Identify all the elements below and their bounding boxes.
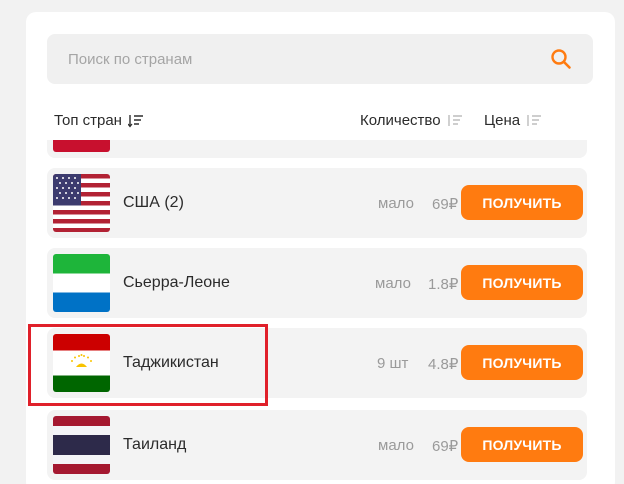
header-top-label: Топ стран [54, 112, 122, 129]
search-placeholder: Поиск по странам [68, 51, 193, 68]
get-button[interactable]: ПОЛУЧИТЬ [461, 427, 583, 462]
sort-icon [527, 114, 542, 126]
sierra-leone-flag-icon [53, 254, 110, 312]
get-button[interactable]: ПОЛУЧИТЬ [461, 265, 583, 300]
thailand-flag-icon [53, 416, 110, 474]
quantity-value: мало [378, 195, 414, 212]
sort-top-countries[interactable]: Топ стран [54, 112, 144, 129]
sort-icon [447, 114, 462, 126]
flag-icon [53, 140, 110, 152]
country-list: США (2) мало 69₽ ПОЛУЧИТЬ Сьерра-Леоне м… [47, 140, 593, 484]
country-name: США (2) [123, 194, 184, 211]
header-price-label: Цена [484, 112, 521, 129]
price-value: 69₽ [432, 438, 459, 455]
list-item[interactable] [47, 140, 587, 158]
price-value: 1.8₽ [428, 276, 459, 293]
price-value: 69₽ [432, 196, 459, 213]
search-icon[interactable] [549, 47, 573, 71]
quantity-value: мало [378, 437, 414, 454]
get-button[interactable]: ПОЛУЧИТЬ [461, 345, 583, 380]
highlight-box [28, 324, 268, 406]
quantity-value: 9 шт [377, 355, 409, 372]
list-item[interactable]: Сьерра-Леоне мало 1.8₽ ПОЛУЧИТЬ [47, 248, 587, 318]
header-quantity-label: Количество [360, 112, 441, 129]
list-item[interactable]: Таиланд мало 69₽ ПОЛУЧИТЬ [47, 410, 587, 480]
get-button[interactable]: ПОЛУЧИТЬ [461, 185, 583, 220]
country-list-panel: Поиск по странам Топ стран Количество Це… [26, 12, 615, 484]
list-item[interactable]: США (2) мало 69₽ ПОЛУЧИТЬ [47, 168, 587, 238]
search-input[interactable]: Поиск по странам [47, 34, 593, 84]
price-value: 4.8₽ [428, 356, 459, 373]
us-flag-icon [53, 174, 110, 232]
quantity-value: мало [375, 275, 411, 292]
country-name: Таиланд [123, 436, 187, 453]
sort-price[interactable]: Цена [484, 112, 542, 129]
sort-quantity[interactable]: Количество [360, 112, 463, 129]
sort-icon [127, 114, 143, 127]
country-name: Сьерра-Леоне [123, 274, 230, 291]
list-header: Топ стран Количество Цена [26, 108, 615, 132]
